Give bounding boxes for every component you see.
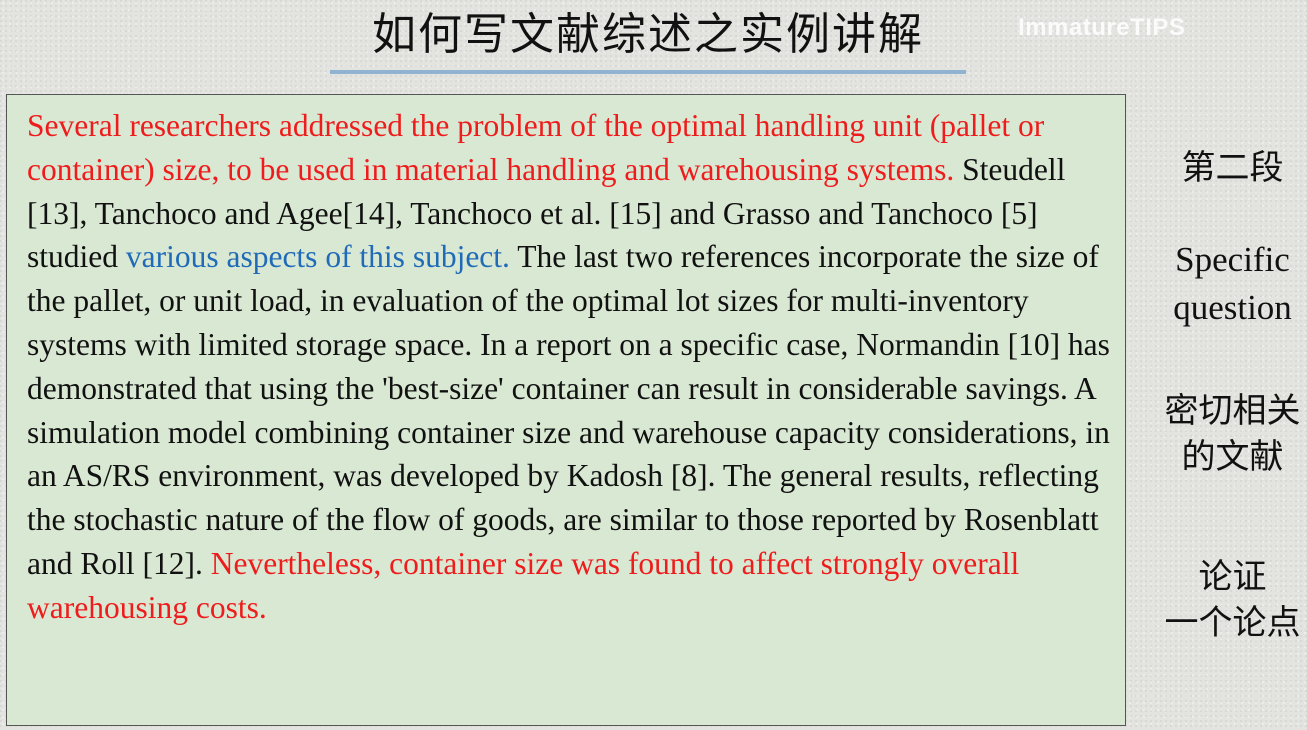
- segment-detailed-literature: The last two references incorporate the …: [27, 239, 1110, 581]
- sidebar-argue-point: 论证 一个论点: [1150, 554, 1307, 646]
- segment-general-problem: Several researchers addressed the proble…: [27, 108, 1045, 187]
- sidebar-specific-line2: question: [1173, 288, 1292, 327]
- sidebar-specific-question: Specific question: [1150, 236, 1307, 332]
- sidebar-related-line2: 的文献: [1181, 437, 1284, 477]
- slide-title: 如何写文献综述之实例讲解: [372, 9, 924, 60]
- sidebar-related-literature: 密切相关 的文献: [1150, 388, 1307, 480]
- watermark-logo: ImmatureTIPS: [1018, 14, 1186, 41]
- title-underline: [330, 70, 966, 74]
- sidebar-argue-line1: 论证: [1198, 557, 1267, 597]
- literature-review-excerpt-box: Several researchers addressed the proble…: [6, 94, 1126, 726]
- segment-aspects-of-subject: various aspects of this subject.: [125, 239, 510, 275]
- sidebar-section-label: 第二段: [1181, 148, 1284, 188]
- sidebar-related-line1: 密切相关: [1164, 391, 1301, 431]
- literature-review-paragraph: Several researchers addressed the proble…: [27, 104, 1111, 630]
- sidebar-argue-line2: 一个论点: [1164, 603, 1301, 643]
- sidebar-specific-line1: Specific: [1175, 240, 1290, 279]
